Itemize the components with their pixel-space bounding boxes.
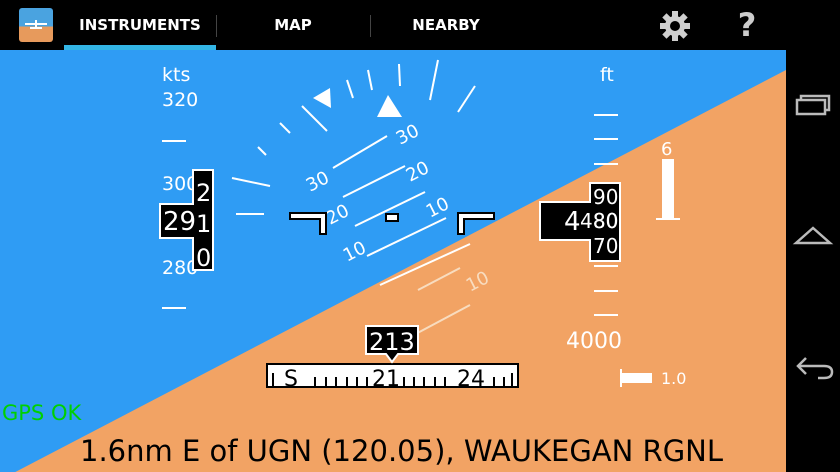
- altitude-digit: 90: [593, 185, 618, 209]
- home-icon: [792, 226, 834, 245]
- back-button[interactable]: [786, 342, 840, 392]
- altitude-tick-label: 4000: [566, 329, 622, 354]
- heading-tape-label: 21: [372, 367, 400, 392]
- altitude-unit: ft: [600, 64, 614, 86]
- vsi-scale-bar: [621, 373, 652, 383]
- gear-icon: [660, 11, 690, 41]
- airspeed-digit: 1: [196, 210, 211, 238]
- recent-apps-button[interactable]: [786, 80, 840, 130]
- airspeed-tick-label: 320: [162, 89, 198, 111]
- airspeed-digit: 0: [196, 244, 211, 272]
- gps-status: GPS OK: [2, 401, 82, 425]
- airspeed-unit: kts: [162, 64, 190, 86]
- vsi-top-label: 6: [661, 139, 672, 160]
- settings-button[interactable]: [656, 7, 694, 45]
- vsi-scale-label: 1.0: [661, 369, 686, 388]
- system-nav-bar: [786, 0, 840, 472]
- heading-tape-label: 24: [457, 367, 485, 392]
- airspeed-readout: 29: [163, 207, 196, 237]
- help-button[interactable]: ?: [728, 5, 766, 45]
- heading-readout: 213: [369, 328, 415, 356]
- home-button[interactable]: [786, 211, 840, 261]
- tab-nearby[interactable]: NEARBY: [370, 0, 522, 50]
- app-icon[interactable]: [19, 8, 53, 42]
- recent-apps-icon: [795, 94, 831, 116]
- altitude-readout: 4: [564, 207, 581, 237]
- tab-map[interactable]: MAP: [216, 0, 370, 50]
- vsi-bar: [662, 159, 674, 218]
- heading-tape-label: S: [284, 367, 298, 392]
- airspeed-digit: 2: [196, 179, 211, 207]
- altitude-digit: 80: [593, 209, 618, 233]
- attitude-display: 30 30 20 20 10 10 10 kts 320 300 280 29 …: [0, 50, 786, 472]
- back-icon: [796, 357, 834, 380]
- location-text: 1.6nm E of UGN (120.05), WAUKEGAN RGNL: [80, 434, 724, 468]
- altitude-digit: 70: [593, 234, 618, 258]
- tab-instruments[interactable]: INSTRUMENTS: [64, 0, 216, 50]
- action-bar: INSTRUMENTS MAP NEARBY ?: [0, 0, 786, 50]
